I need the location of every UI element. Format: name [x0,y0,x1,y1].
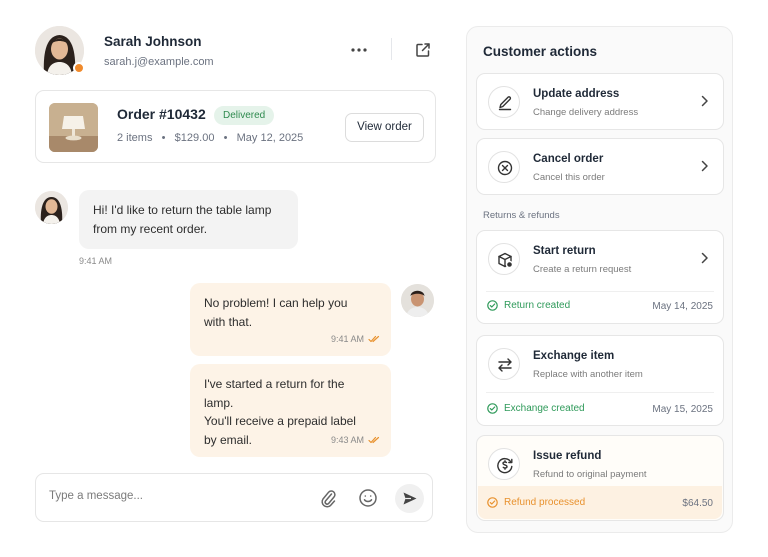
message-text: No problem! I can help you with that. [204,296,348,329]
action-start-return[interactable]: Start return Create a return request Ret… [476,230,724,324]
attach-button[interactable] [319,488,337,508]
message-meta: 9:43 AM [331,431,380,450]
send-button[interactable] [395,484,424,513]
action-title: Start return [533,245,596,257]
check-circle-icon [487,497,498,508]
message-time: 9:41 AM [330,333,364,344]
section-label: Returns & refunds [483,210,560,221]
send-icon [403,492,417,505]
box-return-icon [498,252,514,269]
action-exchange-item[interactable]: Exchange item Replace with another item … [476,335,724,426]
customer-avatar-small [35,191,68,224]
message-bubble-customer: Hi! I'd like to return the table lamp fr… [79,190,298,249]
header-divider [391,38,392,60]
action-icon-wrapper [488,448,520,480]
customer-name: Sarah Johnson [104,34,202,49]
card-divider [486,291,714,292]
action-subtitle: Change delivery address [533,107,639,118]
action-title: Issue refund [533,450,602,462]
check-circle-icon [487,300,498,311]
action-title: Update address [533,88,620,100]
message-time: 9:41 AM [79,256,113,266]
action-issue-refund[interactable]: Issue refund Refund to original payment … [476,435,724,521]
view-order-button[interactable]: View order [345,113,424,142]
pencil-icon [498,96,512,111]
action-title: Exchange item [533,350,615,362]
action-update-address[interactable]: Update address Change delivery address [476,73,724,130]
message-meta: 9:41 AM [331,330,380,349]
panel-title: Customer actions [483,44,598,59]
action-icon-wrapper [488,151,520,183]
chevron-right-icon [701,252,708,264]
external-link-icon [416,43,430,57]
status-indicator [73,62,85,74]
message-bubble-agent: No problem! I can help you with that. 9:… [190,283,391,356]
meta-separator: • [217,132,234,144]
exchange-arrows-icon [498,358,512,372]
action-icon-wrapper [488,243,520,275]
action-cancel-order[interactable]: Cancel order Cancel this order [476,138,724,195]
emoji-icon [359,489,377,507]
status-text: Exchange created [504,403,585,414]
x-circle-icon [497,160,513,176]
more-horizontal-icon [351,48,367,52]
open-external-button[interactable] [414,41,432,59]
more-options-button[interactable] [347,41,371,59]
meta-separator: • [155,132,172,144]
check-circle-icon [487,403,498,414]
status-text: Return created [504,300,571,311]
action-subtitle: Create a return request [533,264,632,275]
action-subtitle: Cancel this order [533,172,605,183]
agent-avatar [401,284,434,317]
order-title: Order #10432 [117,106,206,122]
message-time: 9:43 AM [330,434,364,445]
emoji-button[interactable] [358,488,378,508]
message-text: Hi! I'd like to return the table lamp fr… [93,203,272,236]
message-bubble-agent: I've started a return for the lamp. You'… [190,364,391,457]
order-date: May 12, 2025 [236,132,304,144]
customer-email: sarah.j@example.com [104,56,214,68]
chevron-right-icon [701,95,708,107]
order-status-badge: Delivered [214,106,275,125]
action-status: Return created [487,300,570,311]
paperclip-icon [321,490,336,508]
status-text: Refund processed [504,497,586,508]
card-divider [486,392,714,393]
action-date: May 14, 2025 [652,301,713,312]
order-meta: 2 items • $129.00 • May 12, 2025 [117,132,303,144]
message-input[interactable]: Type a message... [49,490,143,502]
double-check-icon [368,436,380,443]
action-title: Cancel order [533,153,604,165]
action-status: Refund processed [487,497,585,508]
chevron-right-icon [701,160,708,172]
action-icon-wrapper [488,86,520,118]
order-card: Order #10432 Delivered 2 items • $129.00… [35,90,436,163]
refund-amount: $64.50 [682,498,713,509]
message-composer[interactable]: Type a message... [35,473,433,522]
product-thumbnail [49,103,98,152]
action-icon-wrapper [488,348,520,380]
dollar-refund-icon [497,457,513,474]
action-date: May 15, 2025 [652,404,713,415]
order-items: 2 items [117,132,153,144]
double-check-icon [368,335,380,342]
action-subtitle: Replace with another item [533,369,643,380]
action-subtitle: Refund to original payment [533,469,647,480]
customer-actions-panel: Customer actions Update address Change d… [466,26,733,533]
action-status: Exchange created [487,403,585,414]
order-total: $129.00 [174,132,215,144]
